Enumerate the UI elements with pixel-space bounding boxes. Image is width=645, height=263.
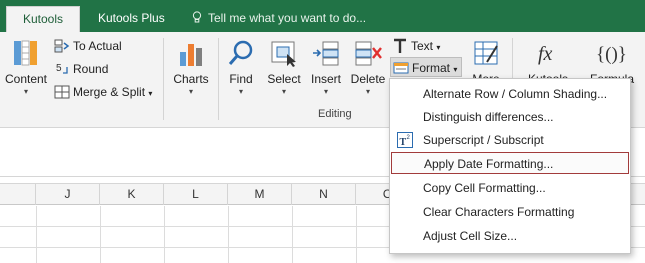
- content-icon: [14, 40, 37, 66]
- format-dropdown-menu: Alternate Row / Column Shading... Distin…: [389, 78, 631, 254]
- menu-item-label: Copy Cell Formatting...: [423, 181, 546, 195]
- delete-label: Delete: [350, 72, 386, 86]
- column-header-l[interactable]: L: [164, 184, 228, 205]
- text-icon: [394, 38, 406, 53]
- chevron-down-icon: ▾: [453, 65, 458, 74]
- tell-me-search[interactable]: Tell me what you want to do...: [192, 6, 366, 30]
- grid-line: [36, 206, 37, 263]
- format-button[interactable]: Format ▾: [390, 57, 462, 77]
- merge-split-icon: [54, 85, 70, 99]
- editing-group-label: Editing: [318, 108, 352, 120]
- charts-label: Charts: [173, 72, 209, 86]
- grid-line: [228, 206, 229, 263]
- group-divider: [163, 38, 164, 120]
- menu-item-clear-characters-formatting[interactable]: Clear Characters Formatting: [391, 201, 629, 223]
- insert-button[interactable]: Insert ▾: [306, 38, 346, 96]
- round-icon: 5: [56, 63, 68, 74]
- chevron-down-icon: ▾: [188, 87, 193, 96]
- merge-split-label: Merge & Split: [73, 85, 146, 99]
- to-actual-button[interactable]: To Actual: [54, 36, 122, 56]
- content-label: Content: [4, 72, 48, 86]
- svg-text:{()}: {()}: [596, 44, 627, 65]
- grid-line: [292, 206, 293, 263]
- chevron-down-icon: ▾: [365, 87, 370, 96]
- ribbon-tab-bar: Kutools ™ Kutools Plus Tell me what you …: [0, 0, 645, 50]
- insert-label: Insert: [310, 72, 341, 86]
- tab-kutools[interactable]: Kutools ™: [6, 6, 80, 50]
- menu-item-label: Alternate Row / Column Shading...: [423, 87, 608, 101]
- menu-item-label: Clear Characters Formatting: [423, 205, 575, 219]
- text-button[interactable]: Text ▾: [392, 36, 440, 56]
- format-label: Format: [412, 61, 451, 75]
- find-label: Find: [229, 72, 253, 86]
- select-button[interactable]: Select ▾: [264, 38, 304, 96]
- chevron-down-icon: ▾: [238, 87, 243, 96]
- chevron-down-icon: ▾: [281, 87, 286, 96]
- column-header-m[interactable]: M: [228, 184, 292, 205]
- row-header-corner: [0, 184, 36, 205]
- function-icon: fx: [538, 43, 553, 65]
- grid-line: [164, 206, 165, 263]
- chevron-down-icon: ▾: [436, 43, 441, 52]
- menu-item-copy-cell-formatting[interactable]: Copy Cell Formatting...: [391, 177, 629, 199]
- insert-icon: [313, 41, 339, 66]
- menu-item-distinguish-differences[interactable]: Distinguish differences...: [391, 106, 629, 128]
- column-header-n[interactable]: N: [292, 184, 356, 205]
- svg-text:fx: fx: [538, 43, 553, 65]
- text-label: Text: [411, 39, 434, 53]
- menu-item-label: Adjust Cell Size...: [423, 229, 518, 243]
- group-divider: [218, 38, 219, 120]
- tab-kutools-plus[interactable]: Kutools Plus: [88, 6, 175, 32]
- grid-line: [100, 206, 101, 263]
- superscript-icon: T 2: [397, 132, 413, 148]
- svg-text:T: T: [400, 137, 407, 148]
- chevron-down-icon: ▾: [148, 89, 153, 98]
- select-label: Select: [267, 72, 301, 86]
- svg-text:5: 5: [56, 63, 62, 74]
- chevron-down-icon: ▾: [23, 87, 28, 96]
- delete-icon: [355, 41, 382, 66]
- menu-item-label: Superscript / Subscript: [423, 133, 544, 147]
- formula-icon: {()}: [596, 44, 627, 65]
- bar-chart-icon: [180, 44, 202, 66]
- column-header-j[interactable]: J: [36, 184, 100, 205]
- menu-item-superscript-subscript[interactable]: T 2 Superscript / Subscript: [391, 129, 629, 151]
- magnifier-icon: [228, 40, 253, 65]
- chevron-down-icon: ▾: [323, 87, 328, 96]
- charts-button[interactable]: Charts ▾: [170, 38, 212, 96]
- menu-item-alternate-shading[interactable]: Alternate Row / Column Shading...: [391, 83, 629, 105]
- lightbulb-icon: [192, 11, 202, 23]
- to-actual-label: To Actual: [73, 39, 122, 53]
- menu-item-label: Distinguish differences...: [423, 110, 554, 124]
- content-button[interactable]: Content ▾: [4, 38, 48, 96]
- tell-me-text: Tell me what you want to do...: [208, 11, 367, 25]
- select-icon: [271, 41, 296, 67]
- column-header-k[interactable]: K: [100, 184, 164, 205]
- round-button[interactable]: 5 Round: [54, 59, 108, 79]
- menu-item-apply-date-formatting[interactable]: Apply Date Formatting...: [391, 152, 629, 174]
- merge-split-button[interactable]: Merge & Split ▾: [54, 82, 152, 102]
- format-icon: [393, 62, 409, 74]
- delete-button[interactable]: Delete ▾: [348, 38, 388, 96]
- menu-item-label: Apply Date Formatting...: [424, 157, 554, 171]
- round-label: Round: [73, 62, 109, 76]
- menu-item-adjust-cell-size[interactable]: Adjust Cell Size...: [391, 225, 629, 247]
- grid-line: [356, 206, 357, 263]
- find-button[interactable]: Find ▾: [222, 38, 260, 96]
- more-icon: [474, 41, 498, 65]
- to-actual-icon: [54, 39, 70, 53]
